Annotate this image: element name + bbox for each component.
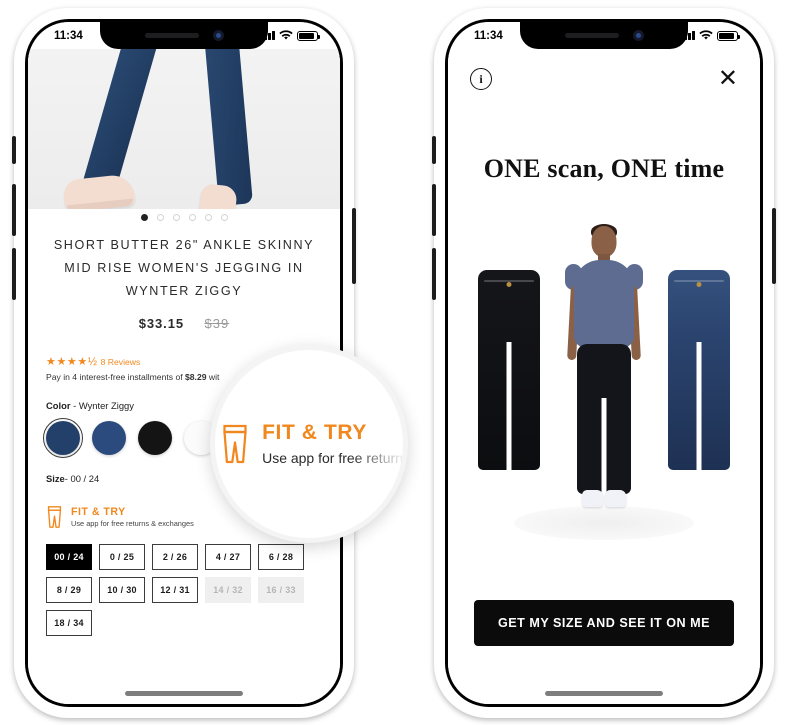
battery-icon	[297, 30, 320, 41]
scan-topbar: i ✕	[448, 62, 760, 96]
volume-down-button[interactable]	[12, 248, 16, 300]
color-label: Color	[46, 400, 71, 411]
home-indicator-right[interactable]	[545, 691, 663, 696]
installment-suffix: wit	[206, 372, 220, 382]
phone-bezel-right: 11:34 i ✕ ONE scan, ONE time GET MY SIZE…	[445, 19, 763, 707]
compare-price: $39	[204, 316, 230, 331]
earpiece-speaker	[564, 33, 619, 38]
size-option-disabled: 16 / 33	[258, 577, 304, 603]
current-price: $33.15	[138, 316, 184, 331]
fit-and-try-title: FIT & TRY	[71, 506, 126, 518]
garment-button-icon	[506, 282, 512, 287]
garment-black-jeans[interactable]	[478, 270, 540, 470]
magnifier-callout: FIT & TRY Use app for free returns	[210, 345, 408, 543]
carousel-dot[interactable]	[188, 214, 196, 221]
fit-and-try-subtitle: Use app for free returns & exchanges	[71, 519, 194, 528]
carousel-dot[interactable]	[156, 214, 164, 221]
magnifier-subtitle: Use app for free returns	[262, 450, 408, 466]
avatar-sneaker-left	[582, 490, 603, 507]
carousel-dot[interactable]	[172, 214, 180, 221]
carousel-dot[interactable]	[140, 214, 148, 221]
notch-right	[520, 22, 688, 49]
status-time: 11:34	[474, 29, 503, 42]
magnifier-content: FIT & TRY Use app for free returns	[220, 421, 408, 466]
scan-scene	[448, 212, 760, 542]
review-count[interactable]: 8 Reviews	[101, 357, 141, 367]
wifi-icon	[279, 30, 293, 40]
size-label: Size	[46, 473, 65, 484]
screen-right: 11:34 i ✕ ONE scan, ONE time GET MY SIZE…	[448, 22, 760, 704]
star-rating-icon: ★★★★½	[46, 356, 98, 368]
pants-icon	[223, 424, 247, 464]
size-grid[interactable]: 00 / 24 0 / 25 2 / 26 4 / 27 6 / 28 8 / …	[46, 544, 322, 636]
avatar-leg-gap	[601, 398, 607, 494]
pants-icon	[47, 506, 62, 528]
avatar-tshirt	[574, 260, 634, 348]
color-swatch-wynter-ziggy[interactable]	[42, 417, 84, 459]
color-swatch-medium-blue[interactable]	[92, 421, 126, 455]
avatar-model[interactable]	[556, 224, 652, 526]
size-option[interactable]: 12 / 31	[152, 577, 198, 603]
volume-up-button[interactable]	[432, 184, 436, 236]
status-indicators	[680, 30, 740, 41]
size-value: - 00 / 24	[64, 473, 100, 484]
status-indicators	[260, 30, 320, 41]
notch-left	[100, 22, 268, 49]
power-button[interactable]	[352, 208, 356, 284]
price-row: $33.15 $39	[46, 316, 322, 331]
scan-screen: i ✕ ONE scan, ONE time GET MY SIZE AND S…	[448, 22, 760, 704]
garment-blue-jeans[interactable]	[668, 270, 730, 470]
home-indicator-left[interactable]	[125, 691, 243, 696]
avatar-sneaker-right	[605, 490, 626, 507]
carousel-dots[interactable]	[28, 214, 340, 221]
front-camera-icon	[632, 30, 644, 41]
magnifier-title: FIT & TRY	[262, 421, 368, 444]
power-button[interactable]	[772, 208, 776, 284]
garment-leg-gap	[506, 342, 512, 470]
jeans-leg-right	[201, 49, 253, 207]
mute-switch[interactable]	[432, 136, 436, 164]
size-option[interactable]: 10 / 30	[99, 577, 145, 603]
volume-up-button[interactable]	[12, 184, 16, 236]
size-option[interactable]: 6 / 28	[258, 544, 304, 570]
avatar-head	[591, 226, 617, 257]
installment-amount: $8.29	[185, 372, 207, 382]
wifi-icon	[699, 30, 713, 40]
close-icon[interactable]: ✕	[718, 67, 738, 91]
phone-right: 11:34 i ✕ ONE scan, ONE time GET MY SIZE…	[432, 8, 776, 718]
fit-and-try-text: FIT & TRY Use app for free returns & exc…	[71, 506, 194, 528]
battery-icon	[717, 30, 740, 41]
volume-down-button[interactable]	[432, 248, 436, 300]
size-option[interactable]: 4 / 27	[205, 544, 251, 570]
size-option[interactable]: 18 / 34	[46, 610, 92, 636]
earpiece-speaker	[144, 33, 199, 38]
size-option[interactable]: 0 / 25	[99, 544, 145, 570]
installment-prefix: Pay in 4 interest-free installments of	[46, 372, 185, 382]
status-time: 11:34	[54, 29, 83, 42]
scan-headline: ONE scan, ONE time	[483, 154, 725, 183]
info-icon[interactable]: i	[470, 68, 492, 90]
carousel-dot[interactable]	[204, 214, 212, 221]
magnifier-text: FIT & TRY Use app for free returns	[262, 421, 408, 466]
color-value: - Wynter Ziggy	[73, 400, 134, 411]
carousel-dot[interactable]	[220, 214, 228, 221]
garment-leg-gap	[696, 342, 702, 470]
sneaker-left	[62, 173, 136, 209]
garment-button-icon	[696, 282, 702, 287]
color-swatch-black[interactable]	[138, 421, 172, 455]
get-my-size-button[interactable]: GET MY SIZE AND SEE IT ON ME	[474, 600, 734, 646]
front-camera-icon	[212, 30, 224, 41]
size-option-disabled: 14 / 32	[205, 577, 251, 603]
screenshot-stage: 11:34 SHORT BUTTER 26" ANKLE SKINNY MID …	[0, 0, 800, 725]
product-title: SHORT BUTTER 26" ANKLE SKINNY MID RISE W…	[53, 238, 315, 298]
size-option[interactable]: 8 / 29	[46, 577, 92, 603]
mute-switch[interactable]	[12, 136, 16, 164]
size-option[interactable]: 00 / 24	[46, 544, 92, 570]
product-hero-image[interactable]	[28, 49, 340, 209]
size-option[interactable]: 2 / 26	[152, 544, 198, 570]
